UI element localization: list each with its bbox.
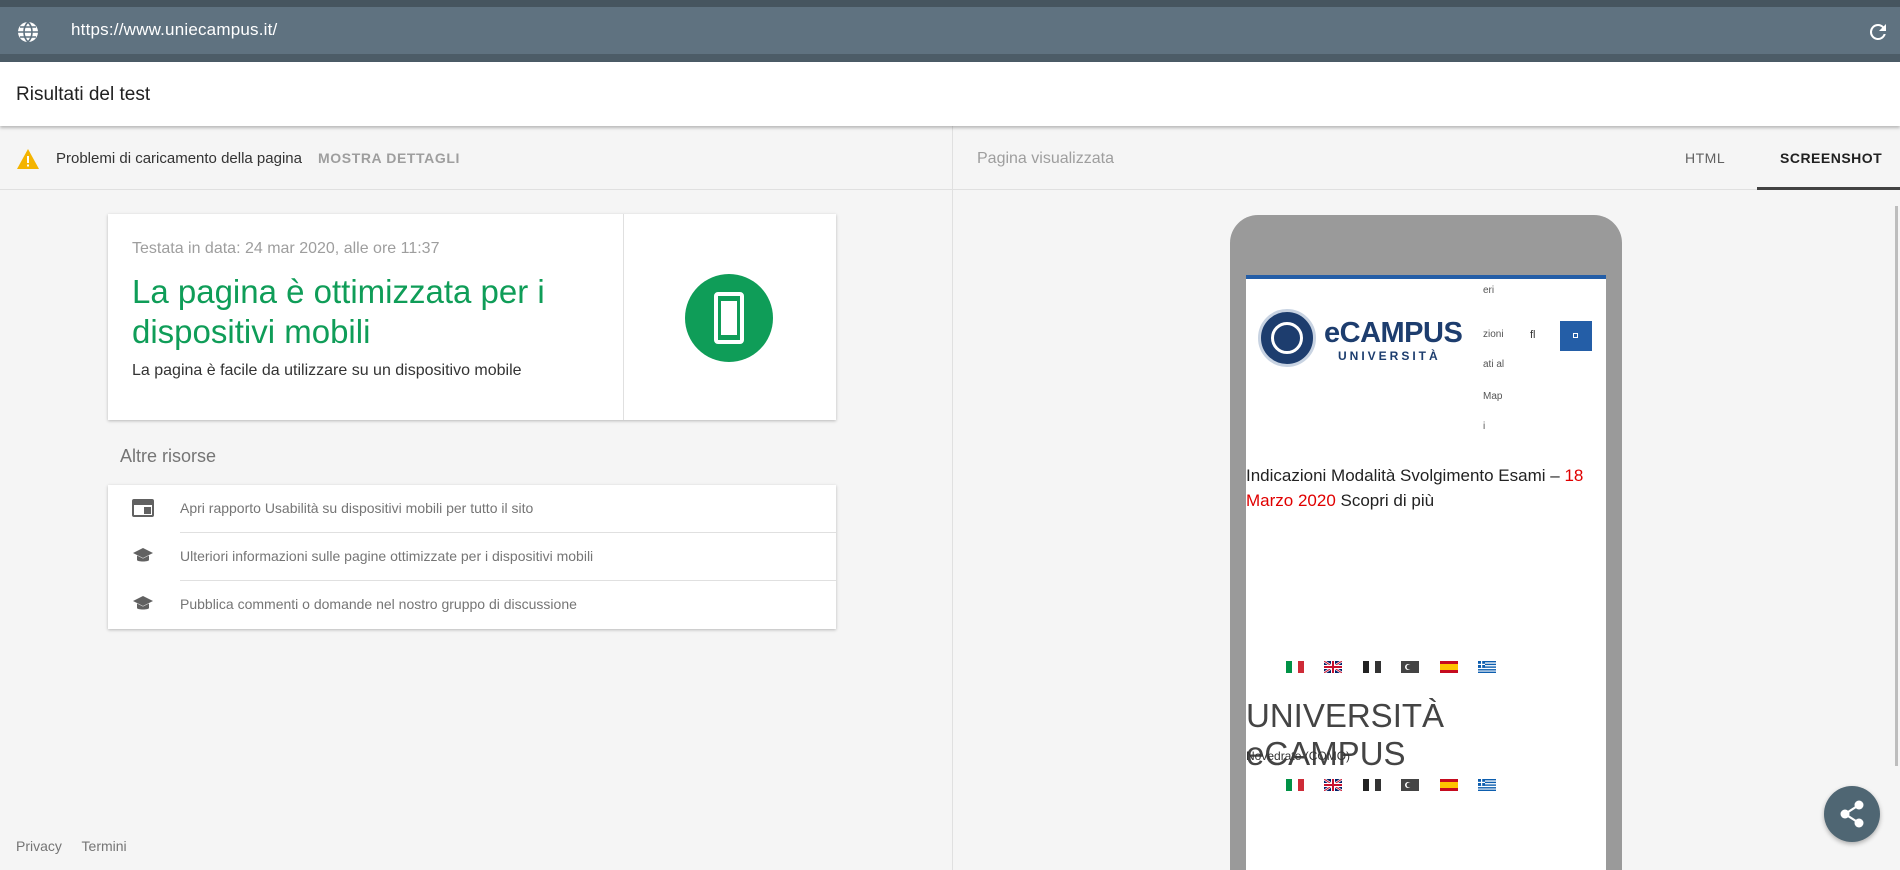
menu-fragment: eri [1483, 285, 1495, 296]
logo-wordmark: eCAMPUS [1324, 317, 1463, 349]
terms-link[interactable]: Termini [82, 838, 127, 854]
share-button[interactable] [1824, 786, 1880, 842]
url-bar: https://www.uniecampus.it/ [0, 0, 1900, 62]
france-flag-icon [1363, 779, 1381, 791]
tab-html[interactable]: HTML [1685, 150, 1725, 166]
logo-subtitle: UNIVERSITÀ [1338, 349, 1441, 363]
greece-flag-icon [1478, 779, 1496, 791]
turkey-flag-icon [1401, 661, 1419, 673]
menu-fragment: ati al [1483, 359, 1505, 370]
globe-icon [18, 20, 38, 44]
smartphone-icon [714, 292, 744, 344]
url-text[interactable]: https://www.uniecampus.it/ [71, 20, 277, 40]
italy-flag-icon [1286, 779, 1304, 791]
mobile-friendly-icon [685, 274, 773, 362]
result-headline: La pagina è ottimizzata per i dispositiv… [132, 273, 545, 350]
footer-links: Privacy Termini [16, 838, 143, 854]
resource-label: Apri rapporto Usabilità su dispositivi m… [180, 500, 534, 516]
university-city: Novedrate (COMO) [1246, 749, 1351, 763]
card-divider [623, 214, 624, 420]
news-text: Indicazioni Modalità Svolgimento Esami – [1246, 466, 1565, 485]
news-banner: Indicazioni Modalità Svolgimento Esami –… [1246, 463, 1606, 513]
menu-button-glyph [1573, 333, 1578, 338]
resource-label: Ulteriori informazioni sulle pagine otti… [180, 548, 594, 564]
phone-frame: eCAMPUS UNIVERSITÀ eri zioni ati al Map … [1230, 215, 1622, 870]
web-icon [132, 499, 154, 517]
resource-item-learn-more[interactable]: Ulteriori informazioni sulle pagine otti… [108, 533, 836, 581]
loading-status-row: Problemi di caricamento della pagina MOS… [0, 126, 952, 190]
page-screenshot: eCAMPUS UNIVERSITÀ eri zioni ati al Map … [1246, 275, 1606, 870]
turkey-flag-icon [1401, 779, 1419, 791]
test-date: Testata in data: 24 mar 2020, alle ore 1… [132, 240, 440, 257]
menu-fragment-short: fl [1530, 329, 1536, 341]
result-subtext: La pagina è facile da utilizzare su un d… [132, 362, 522, 379]
share-icon [1840, 800, 1864, 828]
reload-icon[interactable] [1866, 20, 1890, 44]
rendered-page-label: Pagina visualizzata [977, 150, 1114, 167]
resource-item-usability-report[interactable]: Apri rapporto Usabilità su dispositivi m… [108, 485, 836, 533]
uk-flag-icon [1324, 779, 1342, 791]
menu-button [1560, 321, 1592, 351]
resource-item-discussion-group[interactable]: Pubblica commenti o domande nel nostro g… [108, 581, 836, 629]
menu-fragment: Map [1483, 391, 1503, 402]
spain-flag-icon [1440, 779, 1458, 791]
ecampus-logo-emblem [1258, 309, 1316, 367]
url-bar-bottom-strip [0, 54, 1900, 62]
url-bar-top-strip [0, 0, 1900, 7]
menu-fragment: zioni [1483, 329, 1504, 340]
smartphone-screen [721, 301, 737, 335]
show-details-button[interactable]: MOSTRA DETTAGLI [318, 150, 460, 166]
menu-fragment: i [1483, 421, 1486, 432]
warning-icon [17, 149, 39, 169]
result-card: Testata in data: 24 mar 2020, alle ore 1… [108, 214, 836, 420]
spain-flag-icon [1440, 661, 1458, 673]
tab-screenshot[interactable]: SCREENSHOT [1780, 150, 1882, 166]
scrollbar[interactable] [1895, 206, 1898, 766]
italy-flag-icon [1286, 661, 1304, 673]
resources-title: Altre risorse [120, 446, 217, 466]
rendered-page-pane: Pagina visualizzata HTML SCREENSHOT eCAM… [952, 126, 1900, 870]
results-pane: Problemi di caricamento della pagina MOS… [0, 126, 952, 870]
news-more: Scopri di più [1335, 491, 1435, 510]
page-header: Risultati del test [0, 62, 1900, 126]
school-icon [133, 548, 153, 562]
privacy-link[interactable]: Privacy [16, 838, 62, 854]
rendered-toolbar: Pagina visualizzata HTML SCREENSHOT [953, 126, 1900, 190]
logo-emblem-ring [1271, 322, 1303, 354]
loading-status-text: Problemi di caricamento della pagina [56, 150, 302, 167]
page-title: Risultati del test [16, 84, 151, 105]
resources-list: Apri rapporto Usabilità su dispositivi m… [108, 485, 836, 629]
active-tab-indicator [1757, 187, 1900, 190]
uk-flag-icon [1324, 661, 1342, 673]
school-icon [133, 596, 153, 610]
greece-flag-icon [1478, 661, 1496, 673]
france-flag-icon [1363, 661, 1381, 673]
resource-label: Pubblica commenti o domande nel nostro g… [180, 596, 577, 612]
